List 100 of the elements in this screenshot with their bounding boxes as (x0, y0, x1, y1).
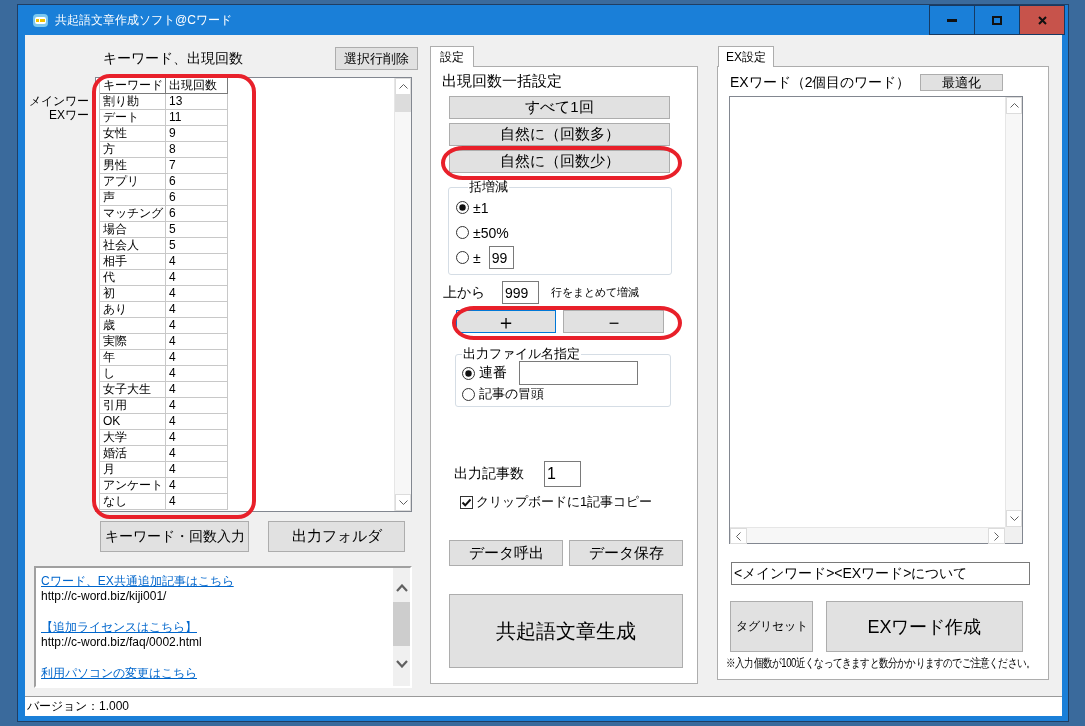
chevron-down-icon (398, 500, 408, 505)
table-cell: 4 (166, 430, 228, 445)
scroll-right-button[interactable] (988, 528, 1005, 544)
url-text: http://c-word.biz/faq/0002.html (41, 635, 202, 649)
table-cell: なし (100, 494, 166, 509)
minimize-button[interactable] (929, 5, 975, 35)
table-cell: 相手 (100, 254, 166, 269)
table-cell: 4 (166, 286, 228, 301)
table-cell: 月 (100, 462, 166, 477)
table-cell: 場合 (100, 222, 166, 237)
table-cell: 4 (166, 478, 228, 493)
radio-option[interactable]: ± (456, 249, 481, 266)
table-cell: 4 (166, 350, 228, 365)
horizontal-scrollbar[interactable] (730, 527, 1005, 543)
vertical-scrollbar[interactable] (394, 78, 411, 511)
chevron-up-icon (395, 584, 408, 592)
minimize-icon (947, 18, 957, 22)
radio-option[interactable]: 記事の冒頭 (462, 385, 544, 403)
scrollbar-thumb[interactable] (395, 95, 411, 112)
field-label: メインワー (29, 94, 89, 108)
table-cell: 声 (100, 190, 166, 205)
table-cell: 割り勘 (100, 94, 166, 109)
table-cell: 実際 (100, 334, 166, 349)
chevron-up-icon (1009, 103, 1019, 108)
article-count-field[interactable]: 1 (544, 461, 581, 487)
version-text: バージョン：1.000 (27, 698, 130, 715)
radio-option[interactable]: 連番 (462, 364, 507, 382)
table-cell: 年 (100, 350, 166, 365)
table-cell: 4 (166, 446, 228, 461)
close-icon (1037, 15, 1047, 25)
keyword-input-button[interactable]: キーワード・回数入力 (100, 521, 249, 552)
table-cell: 歳 (100, 318, 166, 333)
window-title: 共起語文章作成ソフト@Cワード (55, 11, 232, 29)
step-button[interactable]: ＋ (456, 310, 556, 333)
filename-field[interactable] (519, 361, 638, 385)
step-button[interactable]: － (563, 310, 664, 333)
table-cell: 9 (166, 126, 228, 141)
scroll-down-button[interactable] (1006, 510, 1022, 527)
delete-rows-button[interactable]: 選択行削除 (335, 47, 418, 70)
info-link[interactable]: 【追加ライセンスはこちら】 (41, 620, 197, 635)
table-cell: し (100, 366, 166, 381)
info-link[interactable]: 利用パソコンの変更はこちら (41, 666, 197, 681)
table-cell: 大学 (100, 430, 166, 445)
table-cell: OK (100, 414, 166, 429)
range-label: 上から (443, 283, 486, 302)
checkbox-option[interactable]: クリップボードに1記事コピー (460, 493, 653, 511)
info-link[interactable]: Cワード、EX共通追加記事はこちら (41, 574, 234, 589)
table-cell: 4 (166, 318, 228, 333)
radio-option[interactable]: ±50% (456, 224, 509, 241)
table-cell: 婚活 (100, 446, 166, 461)
close-button[interactable] (1019, 5, 1065, 35)
chevron-left-icon (736, 531, 741, 541)
radio-option[interactable]: ±1 (456, 199, 489, 216)
table-cell: 代 (100, 270, 166, 285)
output-folder-button[interactable]: 出力フォルダ (268, 521, 405, 552)
data-button[interactable]: データ保存 (569, 540, 683, 566)
table-cell: アンケート (100, 478, 166, 493)
preset-button[interactable]: すべて1回 (449, 96, 670, 119)
table-cell: 11 (166, 110, 228, 125)
vertical-scrollbar[interactable] (393, 568, 410, 686)
data-button[interactable]: データ呼出 (449, 540, 563, 566)
tag-reset-button[interactable]: タグリセット (730, 601, 813, 652)
table-cell: 4 (166, 398, 228, 413)
row-count-field[interactable]: 999 (502, 281, 539, 304)
template-field[interactable]: <メインワード><EXワード>について (731, 562, 1030, 585)
maximize-icon (992, 15, 1002, 25)
table-cell: 女性 (100, 126, 166, 141)
table-cell: 引用 (100, 398, 166, 413)
column-header[interactable]: 出現回数 (166, 78, 228, 93)
vertical-scrollbar[interactable] (1005, 97, 1022, 527)
table-cell: 4 (166, 366, 228, 381)
optimize-button[interactable]: 最適化 (920, 74, 1003, 91)
maximize-button[interactable] (974, 5, 1020, 35)
table-cell: 4 (166, 494, 228, 509)
table-cell: 4 (166, 382, 228, 397)
table-cell: 8 (166, 142, 228, 157)
range-label: 行をまとめて増減 (551, 285, 639, 300)
table-cell: マッチング (100, 206, 166, 221)
create-ex-word-button[interactable]: EXワード作成 (826, 601, 1023, 652)
app-icon (33, 13, 48, 27)
keyword-list-heading: キーワード、出現回数 (103, 49, 243, 68)
scroll-down-button[interactable] (395, 494, 411, 511)
scroll-up-button[interactable] (1006, 97, 1022, 114)
scrollbar-thumb[interactable] (393, 602, 410, 646)
ex-word-label: EXワード（2個目のワード） (730, 73, 911, 92)
chevron-down-icon (1009, 516, 1019, 521)
generate-button[interactable]: 共起語文章生成 (449, 594, 683, 668)
field-label: EXワー (49, 108, 89, 122)
tab[interactable]: 設定 (430, 46, 474, 67)
amount-field[interactable]: 99 (488, 246, 514, 269)
scroll-up-button[interactable] (395, 78, 411, 95)
preset-button[interactable]: 自然に（回数少） (449, 150, 670, 173)
url-text: http://c-word.biz/kiji001/ (41, 589, 167, 603)
scroll-left-button[interactable] (730, 528, 747, 544)
table-cell: 男性 (100, 158, 166, 173)
tab[interactable]: EX設定 (718, 46, 774, 67)
group-label: 出力ファイル名指定 (462, 347, 581, 361)
table-cell: 4 (166, 462, 228, 477)
preset-button[interactable]: 自然に（回数多） (449, 123, 670, 146)
table-cell: 4 (166, 302, 228, 317)
